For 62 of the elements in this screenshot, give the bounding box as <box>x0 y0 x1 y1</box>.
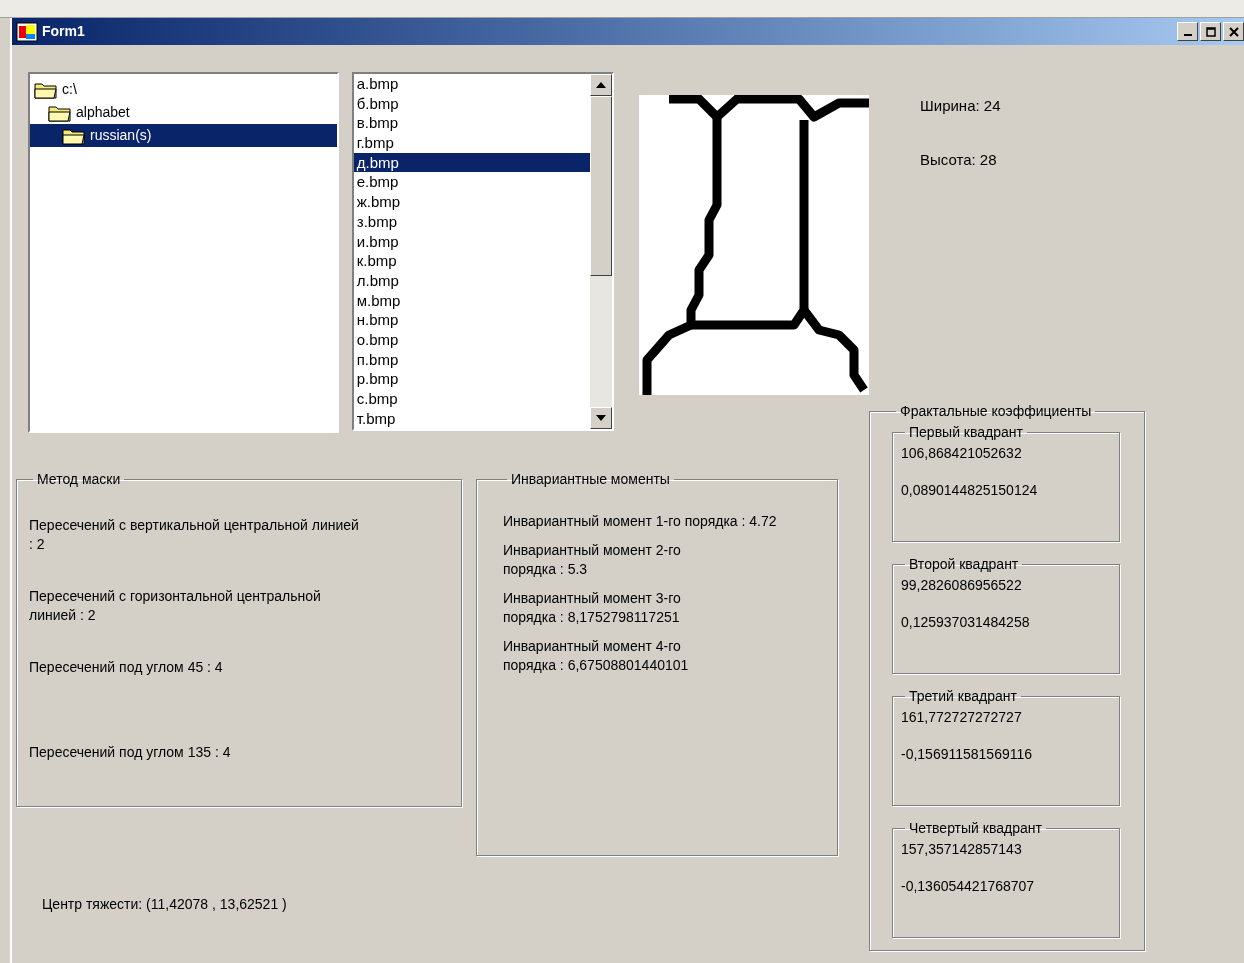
folder-icon <box>48 103 72 122</box>
file-item[interactable]: з.bmp <box>353 211 590 232</box>
coefficient-value: 106,868421052632 <box>901 444 1023 463</box>
folder-icon <box>62 126 86 145</box>
minimize-button[interactable] <box>1177 22 1198 41</box>
minimize-icon <box>1183 33 1192 36</box>
file-item[interactable]: л.bmp <box>353 270 590 291</box>
group-title: Первый квадрант <box>908 423 1024 442</box>
center-of-gravity: Центр тяжести: (11,42078 , 13,62521 ) <box>42 895 288 914</box>
group-title: Четвертый квадрант <box>908 819 1043 838</box>
file-item[interactable]: п.bmp <box>353 349 590 370</box>
app-icon <box>16 21 38 42</box>
coefficient-value: 157,357142857143 <box>901 840 1023 859</box>
height-label: Высота: 28 <box>920 149 998 170</box>
file-item[interactable]: д.bmp <box>353 152 590 173</box>
maximize-button[interactable] <box>1200 22 1221 41</box>
coefficient-value: -0,136054421768707 <box>901 877 1036 896</box>
file-item[interactable]: г.bmp <box>353 133 590 153</box>
group-title: Третий квадрант <box>908 687 1018 706</box>
group-title: Инвариантные моменты <box>510 470 671 489</box>
scrollbar[interactable] <box>590 74 612 429</box>
moment-result: Инвариантный момент 2-го порядка : 5.3 <box>503 541 682 579</box>
up-arrow-icon <box>596 82 606 88</box>
folder-icon <box>34 80 58 99</box>
coefficient-value: 99,2826086956522 <box>901 576 1023 595</box>
mask-result: Пересечений с вертикальной центральной линией : 2 <box>29 516 359 554</box>
window-title: Form1 <box>42 22 85 41</box>
group-title: Метод маски <box>36 470 122 489</box>
file-item[interactable]: а.bmp <box>353 74 590 94</box>
file-item[interactable]: в.bmp <box>353 113 590 134</box>
coefficient-value: 0,0890144825150124 <box>901 481 1039 500</box>
mask-result: Пересечений с горизонтальной центральной линией : 2 <box>29 587 322 625</box>
coefficient-value: -0,156911581569116 <box>901 745 1034 764</box>
tree-item[interactable]: russian(s) <box>30 124 337 147</box>
file-item[interactable]: и.bmp <box>353 231 590 252</box>
coefficient-value: 0,125937031484258 <box>901 613 1031 632</box>
tree-item[interactable]: alphabet <box>30 101 337 124</box>
width-label: Ширина: 24 <box>920 96 1002 116</box>
file-item[interactable]: б.bmp <box>353 93 590 114</box>
mask-result: Пересечений под углом 45 : 4 <box>29 658 224 677</box>
close-button[interactable] <box>1223 22 1244 41</box>
tree-item[interactable]: c:\ <box>30 78 337 101</box>
down-arrow-icon <box>596 415 606 421</box>
file-item[interactable]: с.bmp <box>353 389 590 409</box>
file-item[interactable]: н.bmp <box>353 310 590 330</box>
moment-result: Инвариантный момент 3-го порядка : 8,1752798117251 <box>503 589 682 627</box>
coefficient-value: 161,772727272727 <box>901 708 1023 727</box>
file-item[interactable]: ж.bmp <box>353 192 590 212</box>
file-item[interactable]: р.bmp <box>353 369 590 389</box>
mask-result: Пересечений под углом 135 : 4 <box>29 743 232 762</box>
group-title: Фрактальные коэффициенты <box>899 402 1093 421</box>
moment-result: Инвариантный момент 1-го порядка : 4.72 <box>503 512 778 531</box>
file-item[interactable]: т.bmp <box>353 408 590 429</box>
close-icon <box>1228 26 1239 37</box>
group-title: Второй квадрант <box>908 555 1020 574</box>
file-item[interactable]: м.bmp <box>353 290 590 311</box>
moment-result: Инвариантный момент 4-го порядка : 6,67508801440101 <box>503 637 690 675</box>
file-item[interactable]: к.bmp <box>353 251 590 271</box>
file-item[interactable]: е.bmp <box>353 172 590 193</box>
maximize-icon <box>1205 26 1216 37</box>
scroll-thumb[interactable] <box>590 96 612 276</box>
file-item[interactable]: о.bmp <box>353 329 590 350</box>
